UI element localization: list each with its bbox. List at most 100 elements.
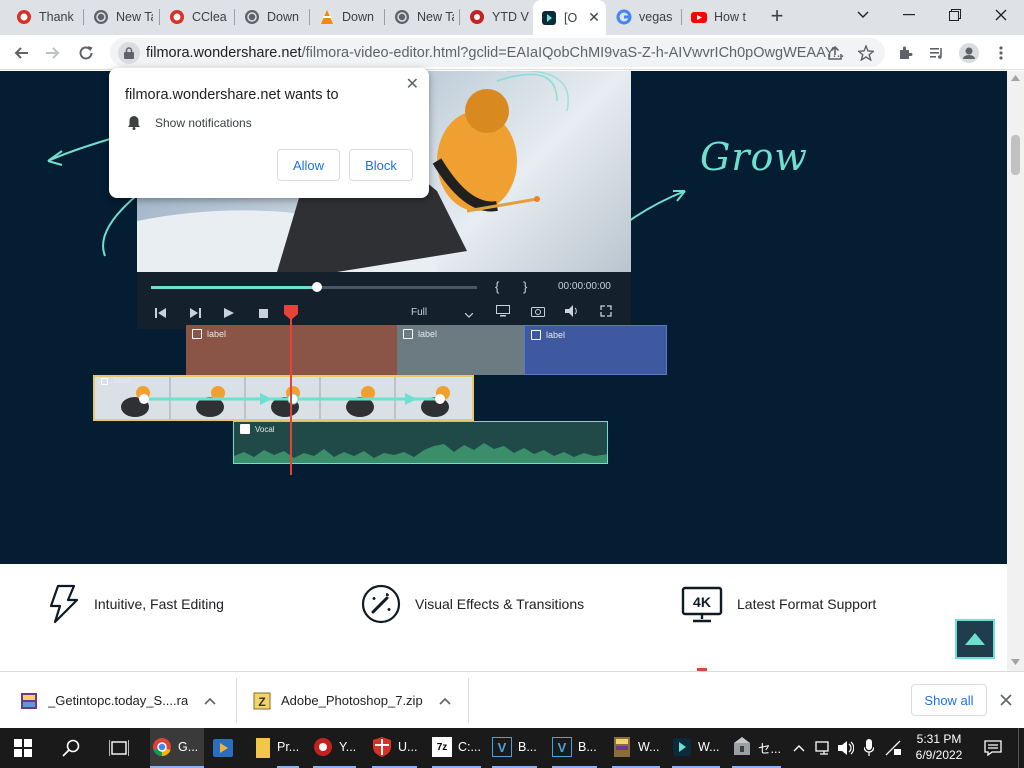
download-filename: _Getintopc.today_S....rar [48,693,188,708]
close-download-bar-icon[interactable] [1000,694,1012,706]
tab-new-tab-2[interactable]: New Ta [386,4,458,30]
taskbar-app-label: C:... [458,740,481,754]
taskbar-vegas-2[interactable]: V B... [552,728,597,768]
chevron-down-icon[interactable] [464,307,474,321]
quality-select[interactable]: Full [411,307,427,318]
start-button[interactable] [14,728,32,768]
notification-center-icon[interactable] [984,740,1002,756]
show-hidden-icons-chevron-icon[interactable] [793,744,805,752]
back-arrow-icon[interactable] [10,42,32,64]
block-button[interactable]: Block [349,149,413,181]
taskbar-app-label: W... [638,740,660,754]
tab-vegas[interactable]: vegas [608,4,680,30]
new-tab-button[interactable]: + [764,5,790,29]
title-track-clip-2[interactable]: label [397,325,524,375]
volume-tray-icon[interactable] [838,740,854,756]
search-button[interactable] [62,728,80,768]
taskbar-winrar[interactable]: W... [612,728,660,768]
tab-divider [159,9,160,25]
taskbar-file-explorer[interactable] [253,728,279,768]
page-scrollbar[interactable] [1007,71,1024,671]
show-desktop-button[interactable] [1018,728,1024,768]
play-icon[interactable] [224,307,234,321]
mark-out-brace[interactable]: } [523,279,527,294]
tab-download-2[interactable]: Down [311,4,383,30]
scroll-thumb[interactable] [1011,135,1020,175]
show-all-button[interactable]: Show all [911,684,987,716]
tab-filmora-active[interactable]: [O ✕ [533,0,606,35]
extensions-puzzle-icon[interactable] [895,42,917,64]
stop-icon[interactable] [259,307,268,321]
monitor-icon[interactable] [496,305,510,320]
share-icon[interactable] [824,42,846,64]
video-track-clip[interactable]: Titled [93,375,474,421]
scroll-up-icon[interactable] [1011,75,1020,81]
tab-download-1[interactable]: Down [236,4,308,30]
globe-icon [93,9,109,25]
taskbar-media-player[interactable] [213,728,239,768]
taskbar-ytd[interactable]: Y... [313,728,357,768]
chrome-menu-icon[interactable] [990,42,1012,64]
no-network-icon[interactable] [885,740,903,756]
minimize-button[interactable] [886,0,932,30]
tab-ytd[interactable]: YTD V [461,4,533,30]
taskbar-setup[interactable]: セ... [732,728,781,768]
taskbar-shield[interactable]: U... [372,728,418,768]
tab-ccleaner[interactable]: CClea [161,4,233,30]
taskbar-folder[interactable]: Pr... [277,728,300,768]
tab-divider [83,9,84,25]
taskbar-chrome[interactable]: G... [150,728,204,768]
taskbar-7zip[interactable]: 7z C:... [432,728,481,768]
reload-icon[interactable] [75,42,97,64]
tab-new-tab-1[interactable]: New Ta [85,4,157,30]
allow-button[interactable]: Allow [277,149,340,181]
feature-label: Visual Effects & Transitions [415,596,585,612]
next-frame-icon[interactable] [189,307,201,321]
chevron-up-icon[interactable] [439,697,451,705]
taskbar-filmora[interactable]: W... [672,728,720,768]
close-popup-icon[interactable]: ✕ [406,74,419,94]
taskbar-app-label: セ... [758,741,781,756]
media-control-icon[interactable] [926,42,948,64]
bookmark-star-icon[interactable] [855,42,877,64]
playhead-marker[interactable] [283,304,299,320]
back-to-top-button[interactable] [955,619,995,659]
volume-icon[interactable] [565,305,579,320]
fullscreen-icon[interactable] [600,305,612,320]
mark-in-brace[interactable]: { [495,279,499,294]
forward-arrow-icon[interactable] [42,42,64,64]
clip-label: label [418,329,438,339]
network-icon[interactable] [815,740,833,756]
close-window-button[interactable] [978,0,1024,30]
tab-search-chevron-icon[interactable] [840,0,886,30]
ytd-icon [469,9,485,25]
download-item-rar[interactable]: _Getintopc.today_S....rar [20,672,226,729]
chevron-up-icon[interactable] [204,697,216,705]
download-item-zip[interactable]: Z Adobe_Photoshop_7.zip [253,672,458,729]
microphone-icon[interactable] [864,739,874,757]
taskbar-vegas-1[interactable]: V B... [492,728,537,768]
prev-frame-icon[interactable] [155,307,167,321]
player-controls: { } 00:00:00:00 Full [137,272,631,329]
tab-how-to[interactable]: How t [683,4,755,30]
profile-avatar-icon[interactable] [958,42,980,64]
task-view-button[interactable] [109,728,129,768]
lock-icon[interactable] [118,41,140,64]
url-path: /filmora-video-editor.html?gclid=EAIaIQo… [301,44,845,61]
tab-thank[interactable]: Thank [8,4,80,30]
tab-divider [384,9,385,25]
address-bar[interactable]: filmora.wondershare.net/filmora-video-ed… [110,38,885,67]
taskbar-app-label: U... [398,740,418,754]
feature-visual-effects: Visual Effects & Transitions [361,584,584,624]
title-track-clip-3[interactable]: label [524,325,667,375]
close-tab-icon[interactable]: ✕ [586,9,602,26]
tab-label: How t [714,10,746,24]
system-clock[interactable]: 5:31 PM 6/9/2022 [906,731,972,763]
progress-handle[interactable] [312,282,322,292]
scroll-down-icon[interactable] [1011,659,1020,665]
restore-button[interactable] [932,0,978,30]
tab-label: New Ta [116,10,153,24]
snapshot-camera-icon[interactable] [531,305,545,320]
progress-played [151,286,317,289]
windows-logo-icon [14,739,32,757]
